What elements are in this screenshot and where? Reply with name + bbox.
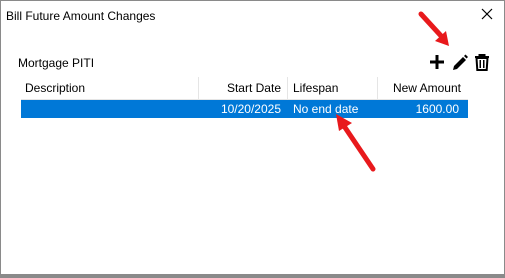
arrow-to-edit-icon [418,11,449,46]
window-bottom-border [0,274,505,278]
arrow-to-lifespan-cell [336,114,376,172]
annotation-arrows [336,11,449,172]
